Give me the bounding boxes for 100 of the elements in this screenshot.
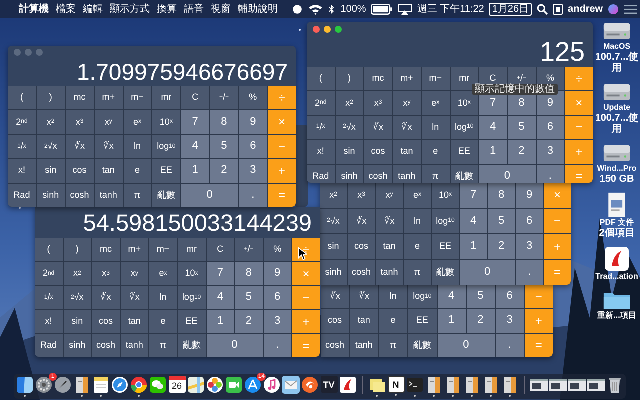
calculator-key[interactable]: C <box>206 238 234 261</box>
calculator-key[interactable]: 1 <box>479 140 507 164</box>
calculator-key[interactable]: 3 <box>516 234 543 260</box>
calculator-key[interactable]: 5 <box>488 208 515 234</box>
calculator-key[interactable]: m− <box>422 67 450 90</box>
calculator-key[interactable]: mr <box>152 86 180 110</box>
text-logo-icon[interactable]: N <box>388 376 404 393</box>
document-icon[interactable] <box>425 376 443 394</box>
calculator-key[interactable]: mc <box>364 67 392 90</box>
notepad-icon[interactable] <box>92 376 110 394</box>
document-icon[interactable] <box>73 376 91 394</box>
calculator-key[interactable]: 4 <box>460 208 487 234</box>
calculator-key[interactable]: ( <box>8 86 36 110</box>
flower-icon[interactable] <box>206 376 224 394</box>
map-icon[interactable] <box>187 376 205 394</box>
calculator-key[interactable]: sinh <box>320 260 347 285</box>
calculator-key[interactable]: 0 <box>479 164 536 183</box>
document-icon[interactable] <box>463 376 481 394</box>
wifi-icon[interactable] <box>308 4 324 14</box>
calculator-key[interactable]: ln <box>149 286 177 309</box>
calculator-key[interactable]: 1 <box>206 310 234 333</box>
menu-item[interactable]: 換算 <box>157 2 177 16</box>
calculator-key[interactable]: . <box>516 260 543 285</box>
icon-label[interactable]: Trad...ation <box>596 272 638 282</box>
calculator-key[interactable]: tanh <box>393 164 421 183</box>
calculator-key[interactable]: π <box>149 334 177 357</box>
two-tone-tile-icon[interactable] <box>16 376 34 394</box>
calculator-key[interactable]: EE <box>178 310 206 333</box>
calculator-key[interactable]: mc <box>66 86 94 110</box>
calculator-key[interactable]: π <box>379 334 408 357</box>
rocket-icon[interactable] <box>54 376 72 394</box>
calculator-key[interactable]: e <box>379 309 408 333</box>
calculator-key[interactable]: 0 <box>460 260 515 285</box>
calculator-key[interactable]: ∛x <box>364 116 392 140</box>
calculator-key[interactable]: e <box>404 234 431 260</box>
gear-icon[interactable] <box>35 376 53 394</box>
calculator-key[interactable]: e <box>124 159 152 183</box>
calculator-key[interactable]: 5 <box>466 285 495 308</box>
app-menu[interactable]: 計算機 <box>19 2 49 16</box>
calculator-key[interactable]: tan <box>94 159 123 183</box>
window-thumbnail-icon[interactable] <box>568 376 586 394</box>
calculator-key[interactable]: x! <box>8 159 36 183</box>
calculator-key[interactable]: 1 <box>438 309 466 333</box>
calculator-key[interactable]: ∜x <box>350 285 378 308</box>
calculator-key[interactable]: tanh <box>94 184 123 207</box>
calculator-key[interactable]: 3 <box>536 140 564 164</box>
calculator-key[interactable]: 8 <box>210 110 238 134</box>
calculator-key[interactable]: 5 <box>235 286 263 309</box>
calculator-key[interactable]: ∛x <box>66 134 94 158</box>
calculator-key[interactable]: ∜x <box>393 116 421 140</box>
text-logo-icon[interactable]: TV <box>320 376 338 393</box>
disc-icon[interactable] <box>301 376 319 394</box>
calculator-key[interactable]: 0 <box>438 334 495 357</box>
ring-logo-icon[interactable] <box>130 376 148 394</box>
calculator-key[interactable]: sin <box>336 140 364 164</box>
date[interactable]: 1月26日 <box>489 2 532 16</box>
calculator-key[interactable]: Rad <box>35 334 63 357</box>
icon-label[interactable]: Update <box>603 103 631 113</box>
calculator-key[interactable]: Rad <box>8 184 36 207</box>
calculator-key[interactable]: tan <box>376 234 403 260</box>
calculator-key[interactable]: 6 <box>496 285 524 308</box>
calculator-key[interactable]: 亂數 <box>178 334 206 357</box>
calculator-key[interactable]: 1 <box>181 159 210 183</box>
calculator-key[interactable]: cos <box>66 159 94 183</box>
trash-icon[interactable] <box>606 376 624 394</box>
envelope-icon[interactable] <box>282 376 300 394</box>
icon-label[interactable]: MacOS <box>603 42 631 52</box>
calculator-key[interactable]: EE <box>432 234 459 260</box>
calculator-key[interactable]: 5 <box>210 134 238 158</box>
swoosh-icon[interactable] <box>339 376 357 394</box>
battery-icon[interactable] <box>371 4 394 14</box>
calculator-key[interactable]: 8 <box>488 183 515 208</box>
calculator-key[interactable]: e <box>422 140 450 164</box>
calculator-key[interactable]: 亂數 <box>450 164 478 183</box>
calculator-key[interactable]: sinh <box>64 334 92 357</box>
terminal-icon[interactable] <box>406 376 424 394</box>
calculator-key[interactable]: ln <box>379 285 408 308</box>
calculator-key[interactable]: cos <box>92 310 120 333</box>
calculator-key[interactable]: ln <box>124 134 152 158</box>
calculator-key[interactable]: cosh <box>348 260 375 285</box>
calculator-key[interactable]: . <box>496 334 524 357</box>
calculator-key[interactable]: C <box>181 86 210 110</box>
calculator-key[interactable]: ∛x <box>92 286 120 309</box>
calculator-key[interactable]: mr <box>178 238 206 261</box>
calculator-key[interactable]: cosh <box>92 334 120 357</box>
calculator-key[interactable]: 9 <box>239 110 268 134</box>
video-camera-icon[interactable] <box>225 376 243 394</box>
clock[interactable]: 週三 下午11:22 <box>417 2 484 16</box>
calculator-key[interactable]: 9 <box>264 262 292 285</box>
document-icon[interactable] <box>482 376 500 394</box>
search-icon[interactable] <box>537 4 548 14</box>
calculator-key[interactable]: ∜x <box>120 286 148 309</box>
calculator-key[interactable]: ln <box>404 208 431 234</box>
calculator-key[interactable]: 2 <box>210 159 238 183</box>
calculator-key[interactable]: 8 <box>235 262 263 285</box>
bluetooth-icon[interactable] <box>328 4 336 14</box>
calculator-key[interactable]: ∜x <box>376 208 403 234</box>
calculator-key[interactable]: 5 <box>508 116 536 140</box>
calculator-key[interactable]: . <box>239 184 268 207</box>
calculator-key[interactable]: tan <box>120 310 148 333</box>
